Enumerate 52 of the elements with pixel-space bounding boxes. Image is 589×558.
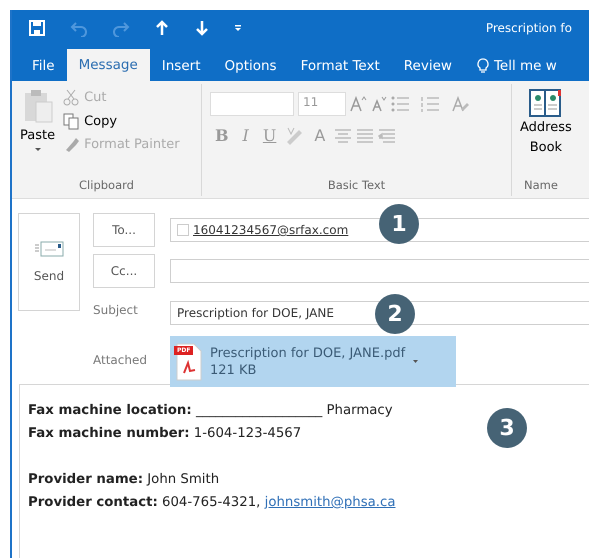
envelope-icon — [34, 239, 64, 259]
group-label: Clipboard — [78, 176, 135, 194]
subject-label: Subject — [93, 302, 139, 319]
lightbulb-icon — [476, 58, 490, 74]
copy-icon — [63, 112, 80, 130]
eraser-icon[interactable] — [451, 95, 469, 113]
body-line: Fax machine location: ___________________ Pharmacy — [28, 402, 393, 420]
checkbox[interactable] — [177, 224, 189, 236]
attached-label: Attached — [93, 352, 148, 368]
body-line: Provider contact: 604-765-4321, johnsmith@phsa.ca — [28, 494, 396, 512]
cc-button[interactable]: Cc... — [93, 254, 155, 288]
align-center-icon[interactable] — [334, 128, 352, 144]
down-arrow-icon[interactable] — [194, 18, 210, 36]
to-button[interactable]: To... — [93, 213, 155, 247]
body-line: Provider name: John Smith — [28, 471, 220, 489]
body-line: Fax machine number: 1-604-123-4567 — [28, 425, 302, 443]
address-book-icon — [528, 88, 564, 118]
brush-icon — [63, 136, 80, 154]
ribbon-tab[interactable]: Options — [212, 51, 289, 81]
group-label: Basic Text — [326, 176, 386, 194]
group-label: Name — [524, 176, 558, 194]
ribbon-tab[interactable]: Insert — [150, 51, 212, 81]
dropdown-icon[interactable] — [234, 24, 242, 32]
file-size: 121 KB — [210, 362, 258, 378]
email-link[interactable]: johnsmith@phsa.ca — [264, 495, 396, 510]
justify-icon[interactable] — [356, 128, 374, 144]
tell-me-button[interactable]: Tell me w — [464, 51, 569, 81]
file-name: Prescription for DOE, JANE.pdf — [210, 344, 406, 362]
ribbon-tab[interactable]: Message — [66, 49, 150, 81]
send-button[interactable]: Send — [18, 213, 80, 311]
grow-font-icon[interactable] — [350, 95, 367, 113]
save-icon[interactable] — [28, 18, 46, 36]
address-book-button[interactable]: Address Book — [520, 88, 572, 158]
window-title: Prescription fo — [486, 20, 572, 36]
ribbon-command[interactable]: Copy — [63, 112, 180, 131]
up-arrow-icon[interactable] — [154, 18, 170, 36]
callout-badge: 3 — [487, 408, 527, 448]
font-name-field[interactable] — [210, 92, 294, 116]
ribbon-tab[interactable]: Review — [392, 51, 464, 81]
caret-icon — [34, 148, 41, 150]
shrink-font-icon[interactable] — [371, 95, 387, 113]
ribbon-tab[interactable]: File — [20, 51, 67, 81]
font-size-field[interactable]: 11 — [298, 92, 346, 116]
ribbon-tab[interactable]: Format Text — [288, 51, 392, 81]
callout-badge: 1 — [379, 204, 419, 244]
indent-icon[interactable] — [378, 128, 396, 144]
paste-button[interactable]: Paste — [20, 88, 56, 154]
recipient-address[interactable]: 16041234567@srfax.com — [193, 221, 348, 239]
scissors-icon — [63, 89, 80, 106]
callout-badge: 2 — [375, 294, 415, 334]
cc-field[interactable] — [170, 259, 589, 283]
caret-icon[interactable] — [413, 360, 418, 363]
